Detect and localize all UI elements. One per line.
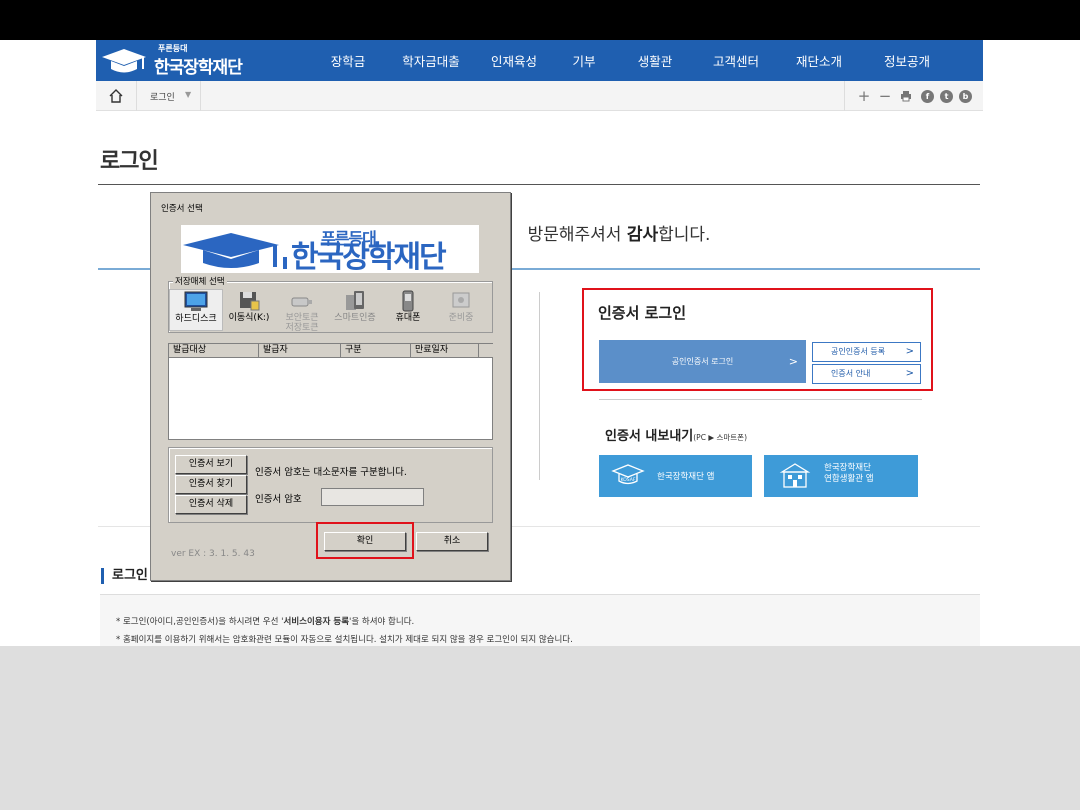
chevron-down-icon[interactable]: ▼: [185, 90, 191, 99]
home-icon[interactable]: [108, 88, 124, 104]
notice-1-bold: 서비스이용자 등록: [283, 617, 350, 627]
case-sensitive-notice: 인증서 암호는 대소문자를 구분합니다.: [255, 467, 407, 478]
find-cert-button[interactable]: 인증서 찾기: [175, 475, 247, 494]
preparing-icon: [452, 292, 470, 308]
mobile-phone-icon: [402, 290, 414, 312]
smart-cert-icon: [346, 291, 364, 310]
column-expiry[interactable]: 만료일자: [411, 344, 479, 357]
blog-icon[interactable]: b: [959, 89, 972, 103]
notice-line-1: * 로그인(아이디,공인인증서)을 하시려면 우선 '서비스이용자 등록'을 하…: [116, 615, 414, 627]
menu-customer-center[interactable]: 고객센터: [696, 40, 776, 81]
graduation-cap-icon: [183, 233, 287, 269]
media-smart-cert[interactable]: 스마트인증: [328, 289, 382, 331]
dormitory-app-label: 한국장학재단 연합생활관 앱: [824, 463, 874, 485]
menu-dormitory[interactable]: 생활관: [614, 40, 696, 81]
version-text: ver EX : 3. 1. 5. 43: [171, 549, 255, 559]
twitter-icon[interactable]: t: [940, 89, 953, 103]
media-label: 이동식(K:): [228, 313, 270, 323]
dialog-logo-big: 한국장학재단: [291, 240, 447, 275]
zoom-in-icon[interactable]: +: [855, 87, 873, 105]
kosaf-cap-icon: KOSAF: [611, 464, 645, 485]
cert-list-header: 발급대상 발급자 구분 만료일자: [169, 344, 493, 358]
column-divider: [539, 292, 540, 480]
cert-login-highlight: [582, 288, 933, 391]
kosaf-app-label: 한국장학재단 앱: [657, 472, 715, 482]
kosaf-app-button[interactable]: KOSAF 한국장학재단 앱: [599, 455, 752, 497]
notice-1-suffix: '을 하셔야 합니다.: [349, 617, 415, 627]
facebook-icon[interactable]: f: [921, 89, 934, 103]
media-group-label: 저장매체 선택: [173, 275, 227, 287]
hard-disk-icon: [184, 291, 208, 311]
breadcrumb: 로그인 ▼ + − f t b: [96, 81, 983, 111]
notice-box: * 로그인(아이디,공인인증서)을 하시려면 우선 '서비스이용자 등록'을 하…: [100, 594, 980, 646]
media-security-token[interactable]: 보안토큰 저장토큰: [275, 289, 329, 333]
media-label: 보안토큰: [285, 313, 319, 323]
dialog-logo: 푸른등대 한국장학재단: [181, 225, 479, 273]
menu-scholarship[interactable]: 장학금: [308, 40, 388, 81]
breadcrumb-current[interactable]: 로그인: [150, 90, 175, 103]
notice-line-2: * 홈페이지를 이용하기 위해서는 암호화관련 모듈이 자동으로 설치됩니다. …: [116, 635, 573, 645]
cancel-button[interactable]: 취소: [416, 532, 488, 551]
media-label: 하드디스크: [175, 314, 217, 324]
media-preparing[interactable]: 준비중: [434, 289, 488, 331]
kosaf-badge: KOSAF: [621, 477, 636, 483]
menu-donation[interactable]: 기부: [554, 40, 614, 81]
main-menu: 장학금 학자금대출 인재육성 기부 생활관 고객센터 재단소개 정보공개: [308, 40, 952, 81]
cert-export-subtitle: (PC ▶ 스마트폰): [693, 433, 747, 442]
media-mobile-phone[interactable]: 휴대폰: [381, 289, 435, 331]
dormitory-building-icon: [779, 463, 811, 488]
column-type[interactable]: 구분: [341, 344, 411, 357]
column-subject[interactable]: 발급대상: [169, 344, 259, 357]
password-input[interactable]: [321, 488, 424, 506]
graduation-cap-icon: [102, 49, 146, 73]
view-cert-button[interactable]: 인증서 보기: [175, 455, 247, 474]
menu-about[interactable]: 재단소개: [776, 40, 862, 81]
cert-export-title-text: 인증서 내보내기: [605, 429, 694, 444]
cert-export-title: 인증서 내보내기(PC ▶ 스마트폰): [605, 425, 747, 444]
dialog-title: 인증서 선택: [161, 204, 203, 214]
ok-button-highlight: [316, 522, 414, 559]
welcome-prefix: 방문해주셔서: [527, 225, 627, 245]
menu-student-loan[interactable]: 학자금대출: [388, 40, 474, 81]
security-token-icon: [291, 297, 312, 307]
dormitory-app-label-1: 한국장학재단: [824, 463, 871, 473]
column-issuer[interactable]: 발급자: [259, 344, 341, 357]
site-logo[interactable]: 푸른등대 한국장학재단: [102, 43, 243, 78]
welcome-bold: 감사: [626, 225, 659, 245]
menu-talent[interactable]: 인재육성: [474, 40, 554, 81]
logo-text: 한국장학재단: [154, 58, 243, 78]
print-icon[interactable]: [897, 87, 915, 105]
breadcrumb-divider: [200, 81, 201, 111]
media-label-2: 저장토큰: [285, 323, 319, 333]
media-label: 스마트인증: [334, 313, 376, 323]
menu-information[interactable]: 정보공개: [862, 40, 952, 81]
browser-page: 푸른등대 한국장학재단 장학금 학자금대출 인재육성 기부 생활관 고객센터 재…: [0, 40, 1080, 646]
dormitory-app-label-2: 연합생활관 앱: [824, 474, 874, 484]
top-navigation: 푸른등대 한국장학재단 장학금 학자금대출 인재육성 기부 생활관 고객센터 재…: [96, 40, 983, 81]
zoom-out-icon[interactable]: −: [876, 87, 894, 105]
media-removable[interactable]: 이동식(K:): [222, 289, 276, 331]
media-label: 휴대폰: [395, 313, 421, 323]
page-tools: + − f t b: [852, 87, 972, 105]
password-label: 인증서 암호: [255, 494, 302, 505]
media-hard-disk[interactable]: 하드디스크: [169, 289, 223, 331]
delete-cert-button[interactable]: 인증서 삭제: [175, 495, 247, 514]
breadcrumb-divider: [136, 81, 137, 111]
removable-disk-icon: [240, 292, 260, 311]
welcome-suffix: 합니다.: [658, 225, 711, 245]
page-title: 로그인: [100, 149, 159, 174]
media-label: 준비중: [448, 313, 474, 323]
title-divider: [98, 184, 980, 185]
cert-divider: [599, 399, 922, 400]
blank-area: [0, 646, 1080, 810]
section-title: 로그인: [101, 568, 148, 584]
dormitory-app-button[interactable]: 한국장학재단 연합생활관 앱: [764, 455, 918, 497]
notice-1-prefix: * 로그인(아이디,공인인증서)을 하시려면 우선 ': [116, 617, 284, 627]
breadcrumb-divider: [844, 81, 845, 111]
